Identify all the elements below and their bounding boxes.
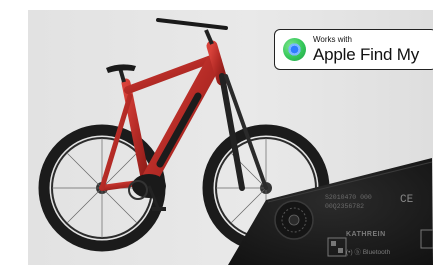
badge-main-text: Apple Find My [313, 45, 420, 64]
device-serial-1: S2010470 000 [325, 194, 372, 201]
device-footer: (•) ⓑ Bluetooth [346, 249, 391, 256]
find-my-icon [283, 38, 306, 61]
badge-top-text: Works with [313, 35, 352, 44]
device-brand: KATHREIN [346, 231, 386, 238]
product-image: S2010470 000 00Q2356782 CE KATHREIN (•) … [0, 0, 433, 265]
works-with-find-my-badge: Works with Apple Find My [274, 29, 433, 70]
handlebar [156, 18, 228, 30]
tracker-device [228, 158, 433, 265]
device-serial-2: 00Q2356782 [325, 203, 365, 210]
ce-mark: CE [400, 194, 414, 206]
